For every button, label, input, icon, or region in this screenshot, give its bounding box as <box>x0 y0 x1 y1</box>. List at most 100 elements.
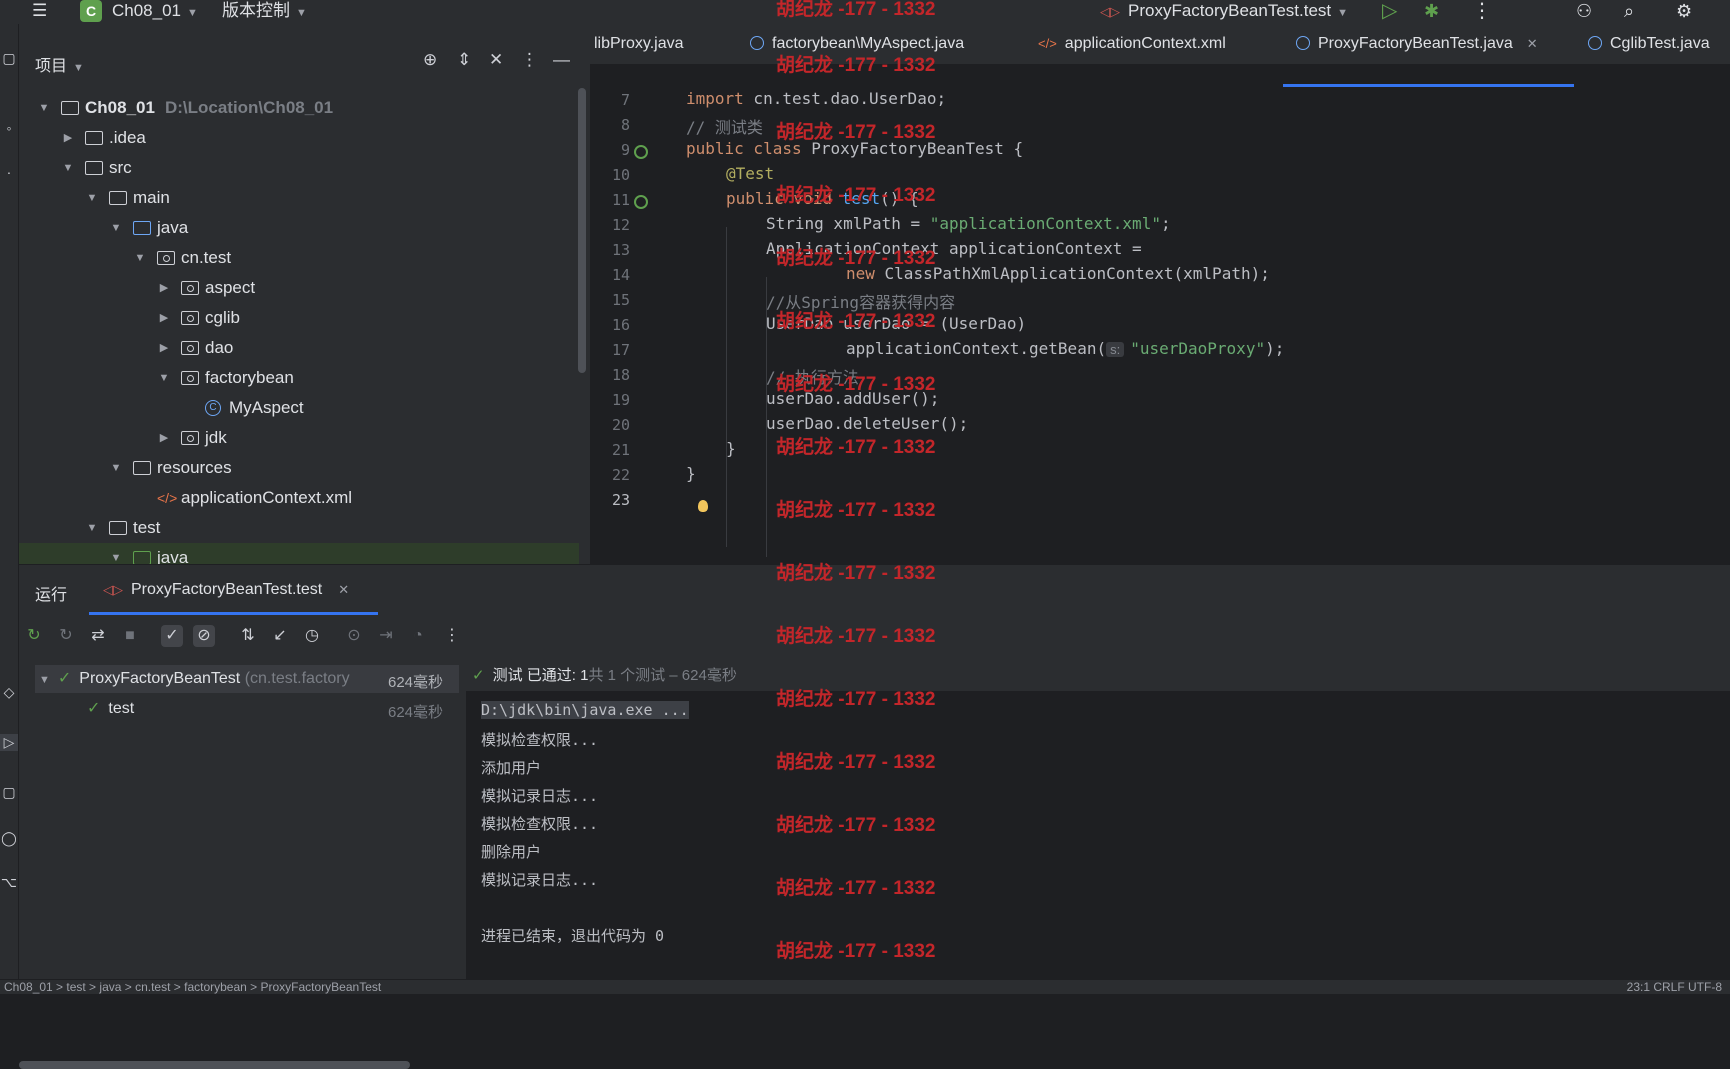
collapse-all-icon[interactable]: ✕ <box>489 50 503 70</box>
run-config-selector[interactable]: ◁▷ ProxyFactoryBeanTest.test ▼ <box>1100 0 1348 24</box>
search-icon[interactable]: ⌕ <box>1624 0 1634 24</box>
tree-item-dao[interactable]: ▶ dao <box>19 333 579 363</box>
chevron-down-icon[interactable]: ▼ <box>85 513 99 543</box>
run-test-class-gutter-icon[interactable] <box>634 145 648 159</box>
class-icon <box>1588 36 1602 50</box>
tree-item-cn-test[interactable]: ▼ cn.test <box>19 243 579 273</box>
close-tab-icon[interactable]: ✕ <box>1527 36 1538 51</box>
chevron-right-icon[interactable]: ▶ <box>157 333 171 363</box>
tree-item-src[interactable]: ▼ src <box>19 153 579 183</box>
main-menu-icon[interactable]: ☰ <box>32 0 54 24</box>
chevron-down-icon[interactable]: ▼ <box>61 153 75 183</box>
project-panel-title[interactable]: 项目 ▼ <box>35 52 84 76</box>
navigation-breadcrumb[interactable]: Ch08_01 > test > java > cn.test > factor… <box>4 980 381 994</box>
console-output[interactable]: ✓ 测试 已通过: 1共 1 个测试 – 624毫秒 D:\jdk\bin\jav… <box>466 661 1730 980</box>
tree-item-myaspect[interactable]: C MyAspect <box>19 393 579 423</box>
stop-icon[interactable]: ■ <box>119 625 141 647</box>
line-number: 21 <box>611 441 630 459</box>
project-switcher[interactable]: Ch08_01 ▼ <box>112 0 198 24</box>
tab-proxyfactorybeantest[interactable]: ProxyFactoryBeanTest.java ✕ <box>1296 24 1538 64</box>
chevron-right-icon[interactable]: ▶ <box>157 303 171 333</box>
history-icon[interactable]: ◷ <box>301 625 323 647</box>
project-tool-icon[interactable]: ▢ <box>0 50 18 67</box>
more-options-icon[interactable]: ⋮ <box>441 625 463 647</box>
expand-all-icon[interactable]: ⇕ <box>457 50 471 70</box>
tree-item-factorybean[interactable]: ▼ factorybean <box>19 363 579 393</box>
project-badge: C <box>80 0 102 22</box>
status-info[interactable]: 23:1 CRLF UTF-8 <box>1627 980 1722 994</box>
close-tab-icon[interactable]: ✕ <box>338 582 349 597</box>
screenshot-icon[interactable]: ⊙ <box>343 625 365 647</box>
line-number: 16 <box>611 316 630 334</box>
chevron-right-icon[interactable]: ▶ <box>157 423 171 453</box>
chevron-down-icon[interactable]: ▼ <box>39 674 50 686</box>
tree-item-cglib[interactable]: ▶ cglib <box>19 303 579 333</box>
chevron-down-icon[interactable]: ▼ <box>85 183 99 213</box>
more-actions-icon[interactable]: ⋮ <box>1472 0 1492 24</box>
commit-tool-icon[interactable]: ◦ <box>0 120 18 136</box>
project-scrollbar[interactable] <box>578 88 586 373</box>
tree-item-jdk[interactable]: ▶ jdk <box>19 423 579 453</box>
test-method-name: test <box>108 700 135 717</box>
tab-cglibtest[interactable]: CglibTest.java <box>1588 24 1710 64</box>
show-passed-icon[interactable]: ✓ <box>161 625 183 647</box>
watermark-text: 胡纪龙 -177 - 1332 <box>776 311 936 332</box>
tree-item-label: java <box>157 218 189 237</box>
test-row-method[interactable]: ✓ test <box>87 695 134 723</box>
problems-tool-icon[interactable]: ◯ <box>0 830 18 847</box>
rerun-icon[interactable]: ↻ <box>23 625 45 647</box>
options-icon[interactable]: ⋮ <box>521 50 538 70</box>
run-icon[interactable]: ▷ <box>1382 0 1397 24</box>
tree-item-aspect[interactable]: ▶ aspect <box>19 273 579 303</box>
show-ignored-icon[interactable]: ⊘ <box>193 625 215 647</box>
chevron-down-icon[interactable]: ▼ <box>157 363 171 393</box>
terminal-tool-icon[interactable]: ▢ <box>0 784 18 801</box>
tree-item-applicationcontext-xml[interactable]: </> applicationContext.xml <box>19 483 579 513</box>
run-test-method-gutter-icon[interactable] <box>634 195 648 209</box>
run-tool-icon[interactable]: ▷ <box>0 734 18 751</box>
chevron-down-icon[interactable]: ▼ <box>133 243 147 273</box>
line-number: 11 <box>611 191 630 209</box>
add-user-icon[interactable]: ⚇ <box>1576 0 1592 24</box>
watermark-text: 胡纪龙 -177 - 1332 <box>776 0 936 20</box>
debug-icon[interactable]: ✱ <box>1424 0 1439 24</box>
lightbulb-icon[interactable] <box>698 500 708 512</box>
tree-item-java[interactable]: ▼ java <box>19 213 579 243</box>
tree-item-root[interactable]: ▼ Ch08_01 D:\Location\Ch08_01 <box>19 93 579 123</box>
structure-tool-icon[interactable]: · <box>0 164 18 180</box>
run-tab[interactable]: ◁▷ ProxyFactoryBeanTest.test ✕ <box>103 581 349 599</box>
tree-item-idea[interactable]: ▶ .idea <box>19 123 579 153</box>
coverage-icon[interactable]: ◔ <box>407 625 429 647</box>
tree-item-main[interactable]: ▼ main <box>19 183 579 213</box>
chevron-right-icon[interactable]: ▶ <box>61 123 75 153</box>
vcs-menu[interactable]: 版本控制 ▼ <box>222 0 307 24</box>
run-panel-title: 运行 <box>35 587 68 604</box>
test-tree-scrollbar[interactable] <box>19 1061 410 1069</box>
chevron-down-icon[interactable]: ▼ <box>109 453 123 483</box>
chevron-down-icon[interactable]: ▼ <box>109 213 123 243</box>
tree-item-label: jdk <box>205 428 227 447</box>
code-line-21: } <box>726 439 736 458</box>
hide-panel-icon[interactable]: — <box>553 50 570 70</box>
export-icon[interactable]: ⇥ <box>375 625 397 647</box>
services-tool-icon[interactable]: ◇ <box>0 684 18 701</box>
locate-file-icon[interactable]: ⊕ <box>423 50 437 70</box>
import-tests-icon[interactable]: ↙ <box>269 625 291 647</box>
tree-item-test-java[interactable]: ▼ java <box>19 543 579 564</box>
tab-cglibproxy[interactable]: libProxy.java <box>594 24 684 64</box>
tab-applicationcontext-xml[interactable]: </> applicationContext.xml <box>1038 24 1226 64</box>
code-editor[interactable]: 7 8 9 10 11 12 13 14 15 16 17 18 19 20 2… <box>590 87 1730 564</box>
sort-icon[interactable]: ⇅ <box>237 625 259 647</box>
toggle-auto-test-icon[interactable]: ⇄ <box>87 625 109 647</box>
chevron-down-icon[interactable]: ▼ <box>109 543 123 564</box>
git-tool-icon[interactable]: ⌥ <box>0 874 18 891</box>
code-line-17: applicationContext.getBean(s: "userDaoPro… <box>846 339 1284 358</box>
chevron-down-icon[interactable]: ▼ <box>37 93 51 123</box>
tree-item-resources[interactable]: ▼ resources <box>19 453 579 483</box>
settings-gear-icon[interactable]: ⚙ <box>1676 0 1692 24</box>
tree-item-test[interactable]: ▼ test <box>19 513 579 543</box>
folder-icon <box>109 521 127 535</box>
tree-item-label: resources <box>157 458 232 477</box>
chevron-right-icon[interactable]: ▶ <box>157 273 171 303</box>
rerun-failed-icon[interactable]: ↻ <box>55 625 77 647</box>
